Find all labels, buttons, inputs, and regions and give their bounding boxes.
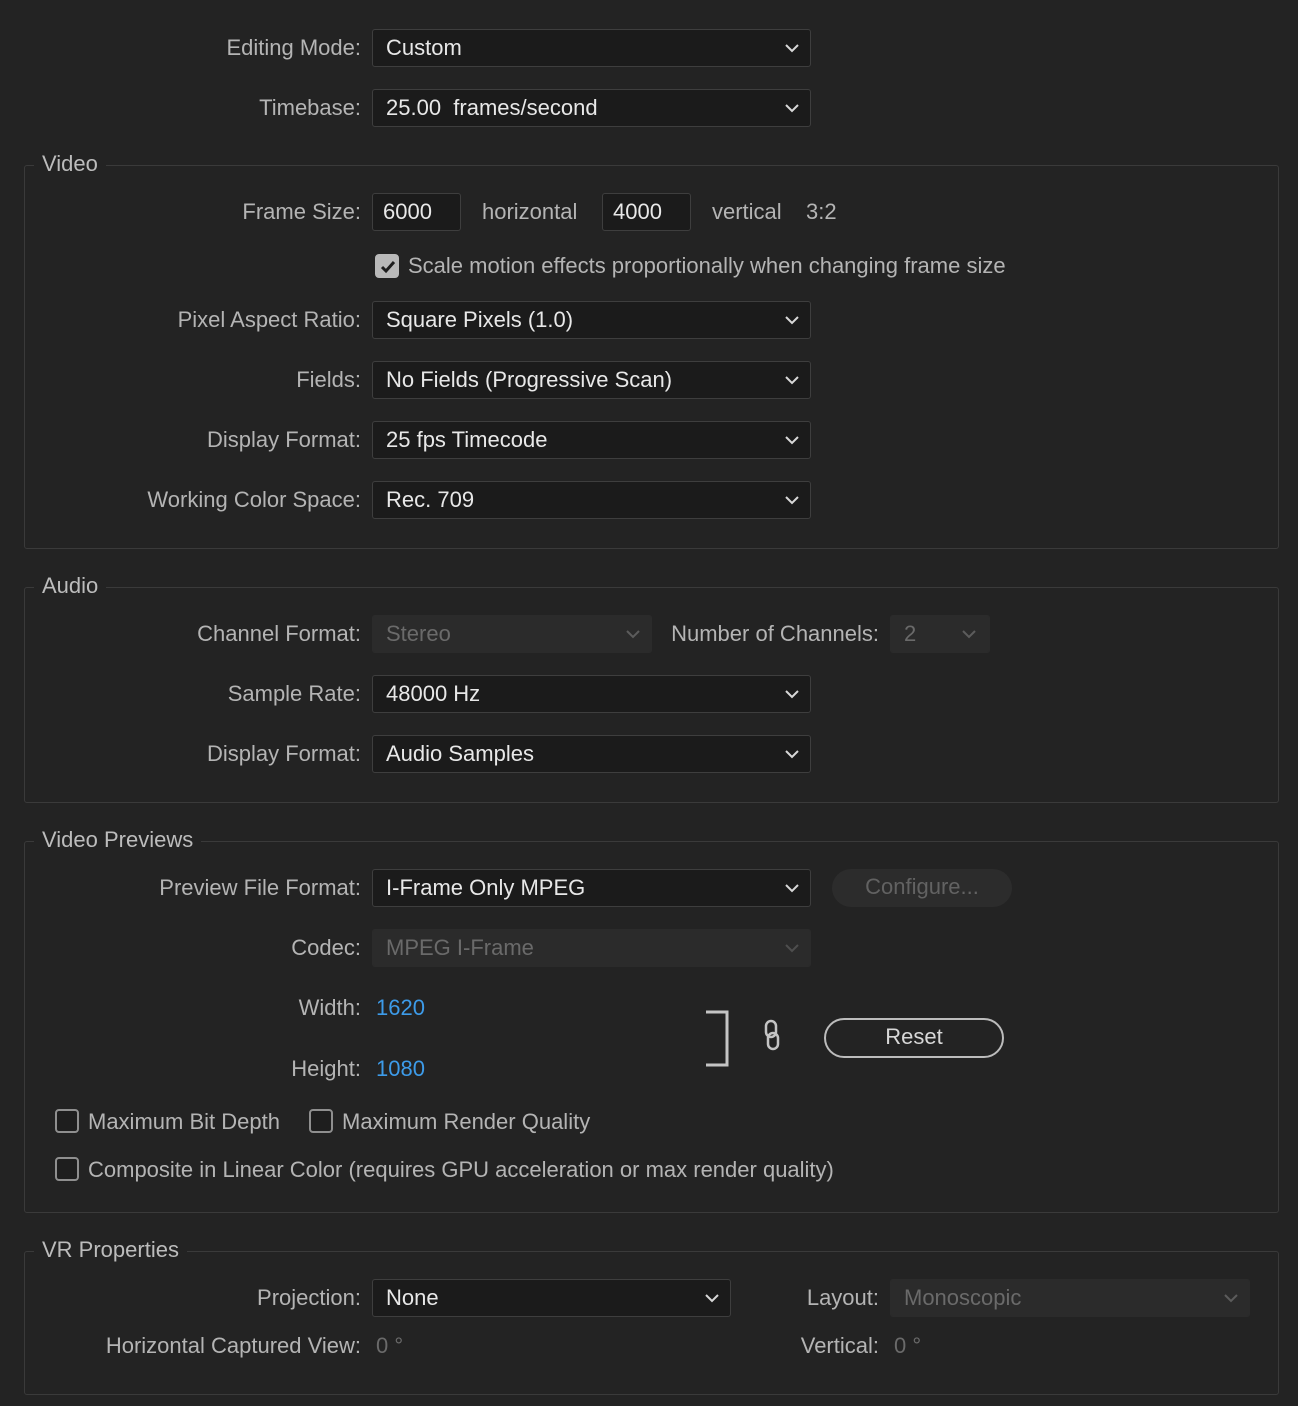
preview-file-format-dropdown[interactable]: I-Frame Only MPEG <box>372 869 811 907</box>
frame-height-input[interactable]: 4000 <box>602 193 691 231</box>
preview-file-format-value: I-Frame Only MPEG <box>386 875 586 900</box>
chevron-down-icon <box>962 630 976 639</box>
reset-button[interactable]: Reset <box>824 1018 1004 1058</box>
chevron-down-icon <box>785 44 799 53</box>
horizontal-label: horizontal <box>482 199 578 224</box>
vertical-label: vertical <box>712 199 782 224</box>
preview-width-value[interactable]: 1620 <box>376 993 425 1023</box>
timebase-value: 25.00 frames/second <box>386 95 598 120</box>
chevron-down-icon <box>785 884 799 893</box>
preview-file-format-label: Preview File Format: <box>159 875 361 900</box>
horizontal-captured-view-label: Horizontal Captured View: <box>105 1333 361 1358</box>
checkmark-icon <box>380 261 396 274</box>
number-of-channels-dropdown: 2 <box>890 615 990 653</box>
chevron-down-icon <box>785 750 799 759</box>
chevron-down-icon <box>785 436 799 445</box>
fields-dropdown[interactable]: No Fields (Progressive Scan) <box>372 361 811 399</box>
chevron-down-icon <box>785 316 799 325</box>
video-display-format-label: Display Format: <box>206 427 361 452</box>
video-display-format-dropdown[interactable]: 25 fps Timecode <box>372 421 811 459</box>
editing-mode-label: Editing Mode: <box>226 35 361 60</box>
vr-properties-group-title: VR Properties <box>34 1235 187 1265</box>
width-label: Width: <box>298 995 361 1020</box>
vertical-view-label: Vertical: <box>800 1333 879 1358</box>
horizontal-captured-view-value: 0 ° <box>376 1333 404 1358</box>
fields-value: No Fields (Progressive Scan) <box>386 367 673 392</box>
video-previews-group-title: Video Previews <box>34 825 202 855</box>
chevron-down-icon <box>1224 1294 1238 1303</box>
pixel-aspect-ratio-label: Pixel Aspect Ratio: <box>177 307 361 332</box>
chevron-down-icon <box>785 104 799 113</box>
composite-linear-checkbox[interactable] <box>55 1157 79 1181</box>
pixel-aspect-ratio-dropdown[interactable]: Square Pixels (1.0) <box>372 301 811 339</box>
working-color-space-label: Working Color Space: <box>147 487 361 512</box>
audio-display-format-label: Display Format: <box>206 741 361 766</box>
vertical-view-value: 0 ° <box>894 1333 922 1358</box>
codec-value: MPEG I-Frame <box>386 935 534 960</box>
configure-button: Configure... <box>832 869 1012 907</box>
working-color-space-value: Rec. 709 <box>386 487 475 512</box>
preview-height-value[interactable]: 1080 <box>376 1054 425 1084</box>
chevron-down-icon <box>705 1294 719 1303</box>
sample-rate-dropdown[interactable]: 48000 Hz <box>372 675 811 713</box>
number-of-channels-value: 2 <box>904 621 917 646</box>
aspect-ratio-value: 3:2 <box>806 199 837 224</box>
fields-label: Fields: <box>296 367 361 392</box>
video-display-format-value: 25 fps Timecode <box>386 427 548 452</box>
audio-group-title: Audio <box>34 571 107 601</box>
timebase-label: Timebase: <box>259 95 361 120</box>
channel-format-value: Stereo <box>386 621 451 646</box>
max-render-quality-label: Maximum Render Quality <box>342 1109 591 1134</box>
projection-dropdown[interactable]: None <box>372 1279 731 1317</box>
number-of-channels-label: Number of Channels: <box>671 621 879 646</box>
projection-value: None <box>386 1285 439 1310</box>
frame-size-label: Frame Size: <box>242 199 361 224</box>
layout-label: Layout: <box>806 1285 879 1310</box>
sample-rate-label: Sample Rate: <box>227 681 361 706</box>
chevron-down-icon <box>785 690 799 699</box>
chevron-down-icon <box>785 944 799 953</box>
chevron-down-icon <box>785 376 799 385</box>
scale-motion-checkbox[interactable] <box>375 254 399 278</box>
max-bit-depth-label: Maximum Bit Depth <box>88 1109 280 1134</box>
max-bit-depth-checkbox[interactable] <box>55 1109 79 1133</box>
audio-display-format-value: Audio Samples <box>386 741 534 766</box>
video-group-title: Video <box>34 149 106 179</box>
height-label: Height: <box>291 1056 361 1081</box>
pixel-aspect-ratio-value: Square Pixels (1.0) <box>386 307 574 332</box>
chevron-down-icon <box>626 630 640 639</box>
timebase-dropdown[interactable]: 25.00 frames/second <box>372 89 811 127</box>
editing-mode-dropdown[interactable]: Custom <box>372 29 811 67</box>
bracket-icon <box>706 1010 729 1067</box>
codec-label: Codec: <box>291 935 361 960</box>
composite-linear-label: Composite in Linear Color (requires GPU … <box>88 1157 834 1182</box>
working-color-space-dropdown[interactable]: Rec. 709 <box>372 481 811 519</box>
channel-format-label: Channel Format: <box>197 621 361 646</box>
editing-mode-value: Custom <box>386 35 462 60</box>
chevron-down-icon <box>785 496 799 505</box>
link-icon[interactable] <box>760 1018 784 1052</box>
codec-dropdown: MPEG I-Frame <box>372 929 811 967</box>
channel-format-dropdown: Stereo <box>372 615 652 653</box>
sample-rate-value: 48000 Hz <box>386 681 481 706</box>
layout-value: Monoscopic <box>904 1285 1022 1310</box>
scale-motion-label: Scale motion effects proportionally when… <box>408 253 1006 278</box>
max-render-quality-checkbox[interactable] <box>309 1109 333 1133</box>
projection-label: Projection: <box>257 1285 361 1310</box>
vr-properties-group <box>24 1251 1279 1395</box>
layout-dropdown: Monoscopic <box>890 1279 1250 1317</box>
audio-display-format-dropdown[interactable]: Audio Samples <box>372 735 811 773</box>
frame-width-input[interactable]: 6000 <box>372 193 461 231</box>
